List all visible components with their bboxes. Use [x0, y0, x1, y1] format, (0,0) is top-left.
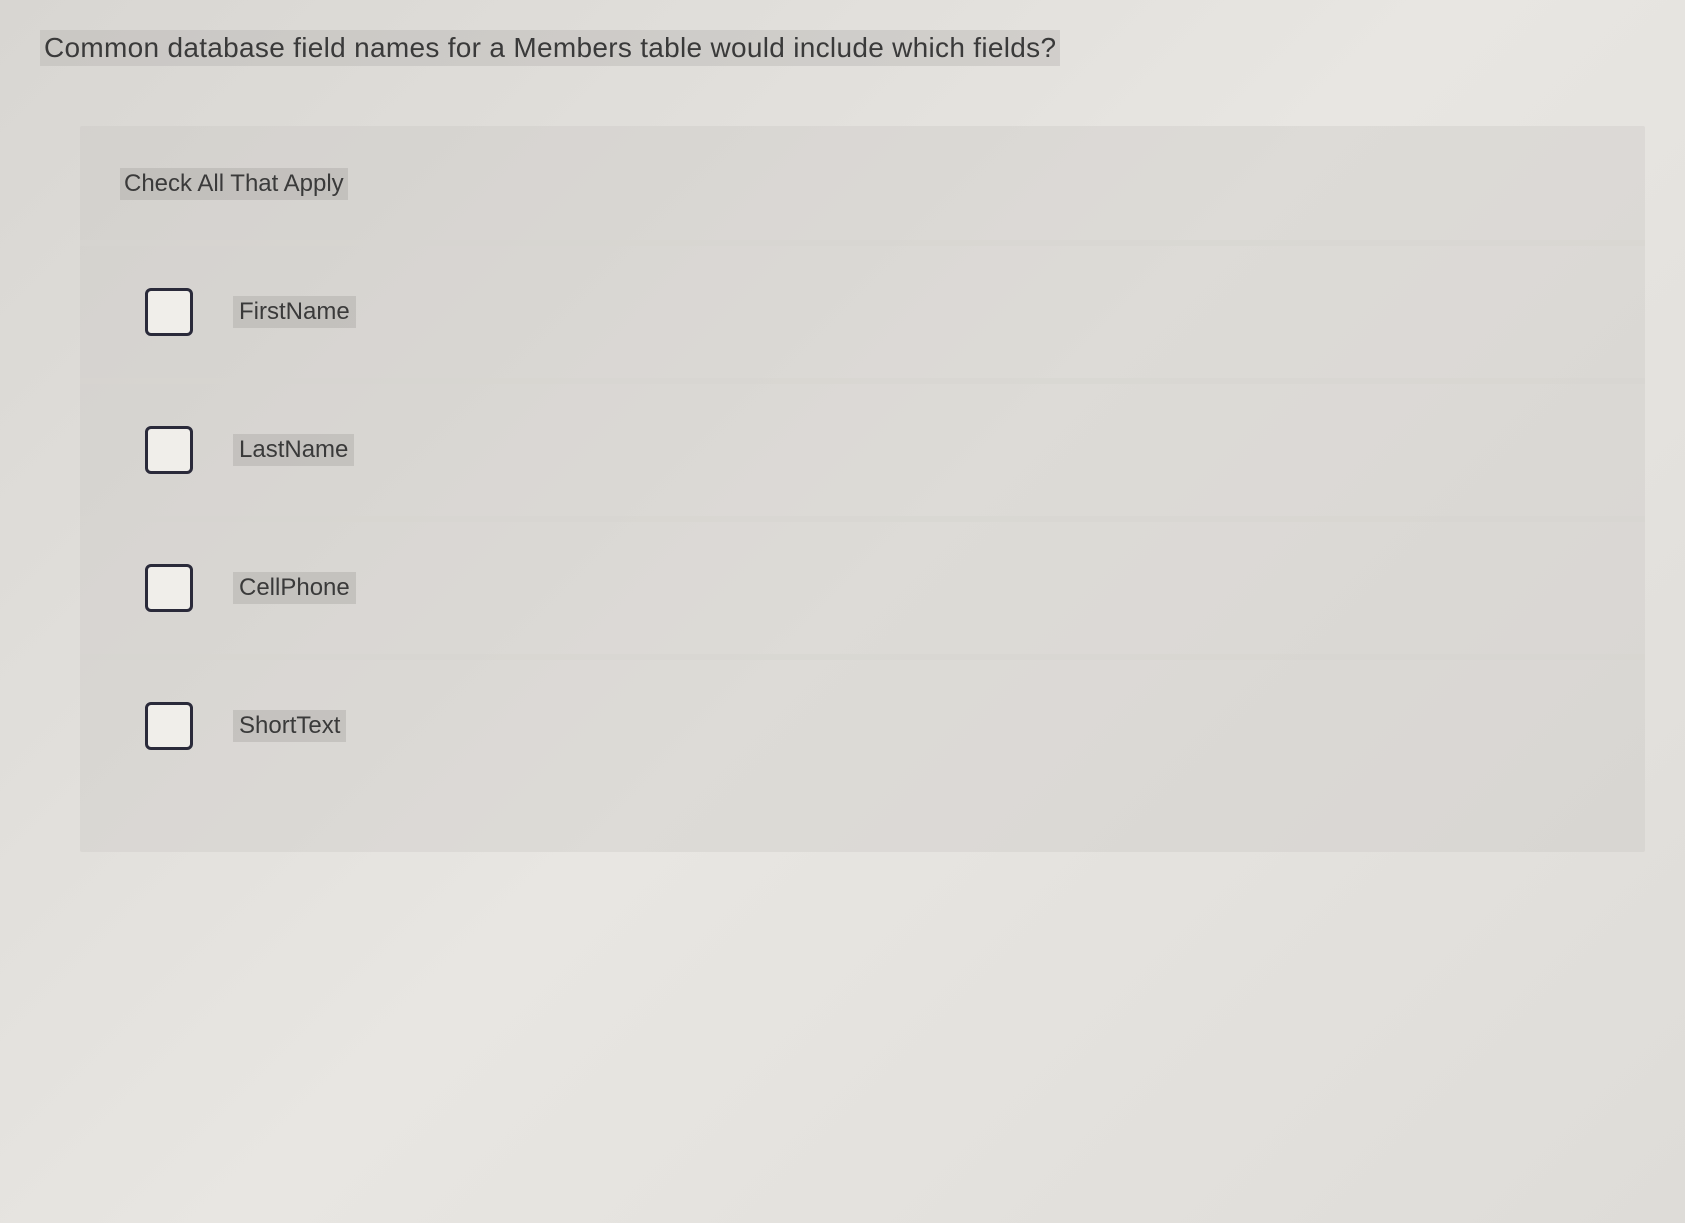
instruction-row: Check All That Apply — [80, 156, 1645, 246]
option-label: FirstName — [233, 296, 356, 328]
checkbox-firstname[interactable] — [145, 288, 193, 336]
answer-panel: Check All That Apply FirstName LastName … — [80, 126, 1645, 852]
option-row-firstname[interactable]: FirstName — [80, 246, 1645, 384]
question-prompt: Common database field names for a Member… — [40, 30, 1060, 66]
option-row-cellphone[interactable]: CellPhone — [80, 522, 1645, 660]
checkbox-cellphone[interactable] — [145, 564, 193, 612]
option-row-shorttext[interactable]: ShortText — [80, 660, 1645, 792]
option-label: CellPhone — [233, 572, 356, 604]
option-label: ShortText — [233, 710, 346, 742]
checkbox-shorttext[interactable] — [145, 702, 193, 750]
checkbox-lastname[interactable] — [145, 426, 193, 474]
option-label: LastName — [233, 434, 354, 466]
option-row-lastname[interactable]: LastName — [80, 384, 1645, 522]
instruction-label: Check All That Apply — [120, 168, 348, 200]
